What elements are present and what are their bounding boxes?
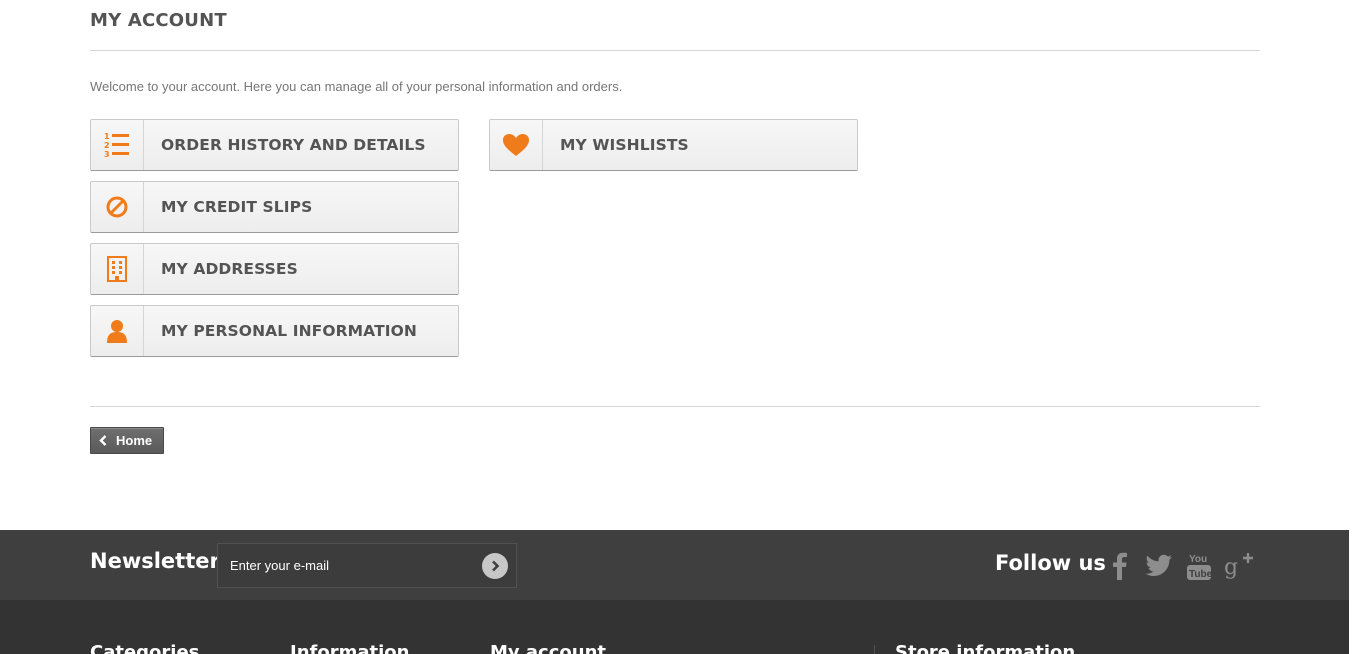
credit-slips-label: My credit slips: [161, 198, 313, 216]
order-history-label: Order history and details: [161, 136, 426, 154]
svg-text:2: 2: [104, 141, 110, 150]
newsletter-submit-button[interactable]: [482, 553, 508, 579]
follow-us-title: Follow us: [995, 551, 1106, 575]
svg-text:1: 1: [104, 132, 110, 141]
svg-text:Tube: Tube: [1189, 569, 1213, 580]
order-history-button[interactable]: 1 2 3 Order history and details: [90, 119, 459, 171]
credit-slips-button[interactable]: My credit slips: [90, 181, 459, 233]
svg-text:You: You: [1189, 554, 1207, 565]
svg-text:3: 3: [104, 150, 110, 159]
newsletter-email-input[interactable]: [218, 544, 468, 587]
twitter-icon[interactable]: [1143, 550, 1175, 582]
chevron-right-icon: [492, 560, 500, 572]
home-button[interactable]: Home: [90, 427, 164, 454]
wishlists-button[interactable]: My wishlists: [489, 119, 858, 171]
building-icon: [91, 244, 144, 294]
newsletter-form: [217, 543, 517, 588]
chevron-left-icon: [99, 435, 107, 446]
content-divider: [90, 406, 1260, 407]
footer-my-account-title[interactable]: My account: [490, 642, 606, 654]
wishlists-label: My wishlists: [560, 136, 689, 154]
scrollbar-area: [1349, 0, 1366, 654]
user-icon: [91, 306, 144, 356]
footer-divider: [874, 645, 875, 654]
personal-info-button[interactable]: My personal information: [90, 305, 459, 357]
footer-information-title[interactable]: Information: [290, 642, 409, 654]
ban-icon: [91, 182, 144, 232]
home-label: Home: [116, 433, 153, 448]
list-numbered-icon: 1 2 3: [91, 120, 144, 170]
heart-icon: [490, 120, 543, 170]
footer-store-info-title: Store information: [895, 642, 1076, 654]
facebook-icon[interactable]: [1104, 550, 1136, 582]
addresses-label: My addresses: [161, 260, 298, 278]
personal-info-label: My personal information: [161, 322, 417, 340]
newsletter-title: Newsletter: [90, 549, 220, 573]
svg-text:g: g: [1224, 555, 1238, 580]
youtube-icon[interactable]: You Tube: [1183, 550, 1215, 582]
welcome-text: Welcome to your account. Here you can ma…: [90, 79, 623, 94]
addresses-button[interactable]: My addresses: [90, 243, 459, 295]
google-plus-icon[interactable]: g: [1223, 550, 1255, 582]
footer-categories-title[interactable]: Categories: [90, 642, 199, 654]
footer-bottom: [0, 600, 1349, 654]
page-title: My account: [90, 10, 1260, 51]
